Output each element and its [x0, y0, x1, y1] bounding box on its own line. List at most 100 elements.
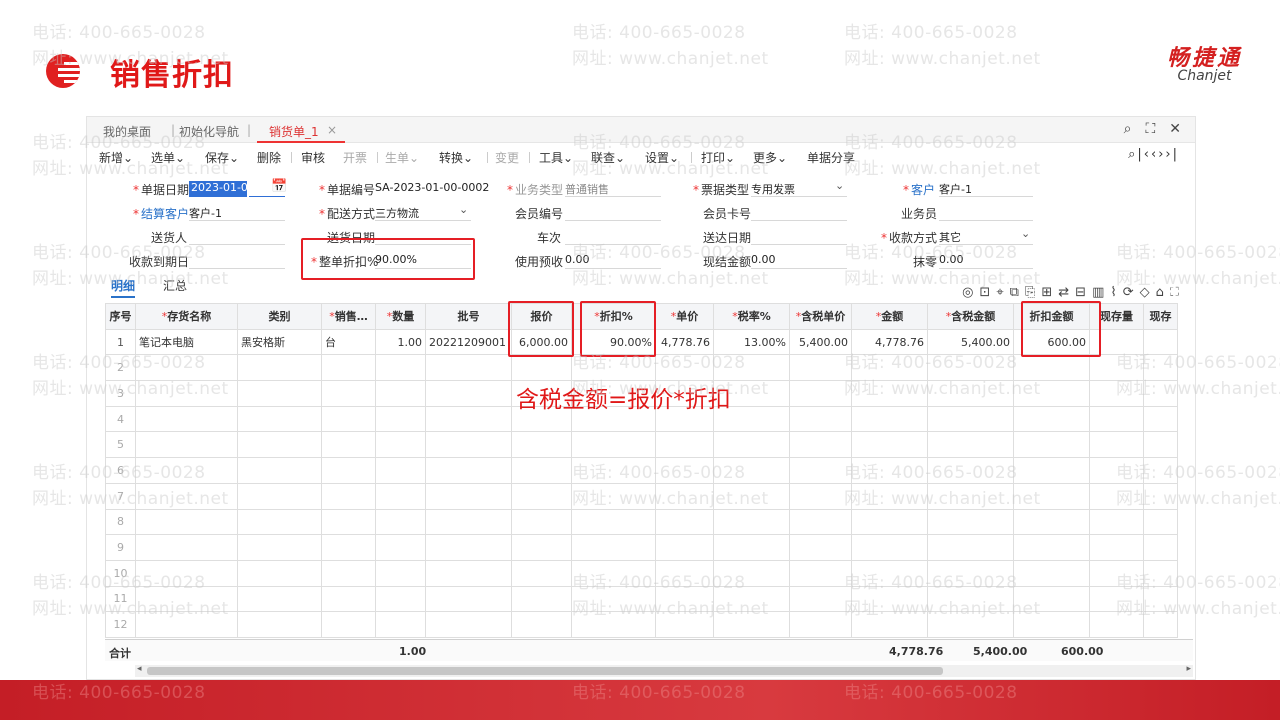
table-cell[interactable]: [1143, 585, 1178, 613]
delete-button[interactable]: 删除: [257, 149, 281, 166]
table-row[interactable]: 10: [105, 559, 1178, 587]
table-cell[interactable]: [375, 534, 426, 561]
invoice-button[interactable]: 开票: [343, 149, 367, 166]
table-cell[interactable]: [135, 611, 238, 638]
table-cell[interactable]: [135, 380, 238, 407]
table-cell[interactable]: [655, 534, 714, 561]
table-cell[interactable]: [851, 482, 928, 510]
table-cell[interactable]: 6,000.00: [511, 328, 572, 356]
table-cell[interactable]: [713, 457, 790, 484]
customer-label[interactable]: * 客户: [903, 181, 935, 198]
table-cell[interactable]: 5,400.00: [927, 328, 1014, 356]
table-cell[interactable]: [321, 405, 376, 433]
table-cell[interactable]: [789, 405, 852, 433]
table-cell[interactable]: [237, 585, 322, 613]
table-cell[interactable]: [851, 559, 928, 587]
table-cell[interactable]: [511, 508, 572, 536]
table-cell[interactable]: [321, 431, 376, 459]
table-cell[interactable]: 1: [105, 328, 136, 356]
table-cell[interactable]: [571, 457, 656, 484]
close-icon[interactable]: ✕: [1169, 121, 1181, 137]
table-cell[interactable]: [425, 559, 512, 587]
table-cell[interactable]: [655, 457, 714, 484]
scroll-right-icon[interactable]: ▸: [1186, 664, 1191, 674]
table-row[interactable]: 9: [105, 534, 1178, 561]
column-header[interactable]: 折扣金额: [1013, 303, 1090, 330]
column-header[interactable]: *数量: [375, 303, 426, 330]
table-row[interactable]: 8: [105, 508, 1178, 536]
table-row[interactable]: 2: [105, 354, 1178, 382]
delivery-date-field[interactable]: [375, 229, 471, 245]
column-header[interactable]: 现存: [1143, 303, 1178, 330]
refresh-icon[interactable]: ⟳: [1123, 285, 1140, 300]
table-cell[interactable]: [237, 482, 322, 510]
table-cell[interactable]: [789, 508, 852, 536]
table-cell[interactable]: 10: [105, 559, 136, 587]
print-button[interactable]: 打印⌄: [701, 149, 735, 166]
table-cell[interactable]: [375, 380, 426, 407]
table-cell[interactable]: [135, 405, 238, 433]
table-cell[interactable]: [571, 482, 656, 510]
table-cell[interactable]: [713, 482, 790, 510]
convert-button[interactable]: 转换⌄: [439, 149, 473, 166]
table-cell[interactable]: [851, 431, 928, 459]
table-cell[interactable]: [927, 559, 1014, 587]
table-cell[interactable]: 9: [105, 534, 136, 561]
table-cell[interactable]: [655, 559, 714, 587]
table-cell[interactable]: [135, 482, 238, 510]
table-cell[interactable]: 90.00%: [571, 328, 656, 356]
table-cell[interactable]: [571, 611, 656, 638]
table-cell[interactable]: [1089, 457, 1144, 484]
table-cell[interactable]: [511, 611, 572, 638]
member-card-field[interactable]: [751, 205, 847, 221]
table-cell[interactable]: 2: [105, 354, 136, 382]
table-cell[interactable]: [237, 380, 322, 407]
table-row[interactable]: 6: [105, 457, 1178, 484]
fullscreen-icon[interactable]: ⛶: [1170, 285, 1185, 300]
tab-my-desktop[interactable]: 我的桌面: [103, 123, 151, 140]
table-cell[interactable]: [789, 611, 852, 638]
table-cell[interactable]: [1013, 431, 1090, 459]
table-cell[interactable]: 4: [105, 405, 136, 433]
table-cell[interactable]: [713, 559, 790, 587]
vehicle-field[interactable]: [565, 229, 661, 245]
pay-method-select[interactable]: 其它: [939, 229, 1033, 245]
table-cell[interactable]: [851, 457, 928, 484]
table-cell[interactable]: [1089, 585, 1144, 613]
tools-button[interactable]: 工具⌄: [539, 149, 573, 166]
table-cell[interactable]: [425, 405, 512, 433]
table-cell[interactable]: [1143, 508, 1178, 536]
search-doc-icon[interactable]: ⌕: [1128, 147, 1137, 162]
table-cell[interactable]: [1089, 380, 1144, 407]
table-cell[interactable]: [571, 585, 656, 613]
delivery-method-select[interactable]: 三方物流: [375, 205, 471, 221]
table-cell[interactable]: [655, 431, 714, 459]
audit-button[interactable]: 审核: [301, 149, 325, 166]
table-cell[interactable]: 5,400.00: [789, 328, 852, 356]
table-cell[interactable]: [1013, 380, 1090, 407]
locate-icon[interactable]: ◎: [962, 285, 979, 300]
column-header[interactable]: *税率%: [713, 303, 790, 330]
batch-icon[interactable]: ⇄: [1058, 285, 1075, 300]
table-cell[interactable]: [1143, 431, 1178, 459]
chevron-down-icon[interactable]: ⌄: [459, 203, 468, 216]
table-cell[interactable]: [375, 508, 426, 536]
table-cell[interactable]: [1089, 354, 1144, 382]
salesman-field[interactable]: [939, 205, 1033, 221]
table-cell[interactable]: [1089, 482, 1144, 510]
table-cell[interactable]: [321, 611, 376, 638]
table-cell[interactable]: [511, 585, 572, 613]
more-button[interactable]: 更多⌄: [753, 149, 787, 166]
table-cell[interactable]: [1013, 508, 1090, 536]
column-header[interactable]: 序号: [105, 303, 136, 330]
table-cell[interactable]: [237, 457, 322, 484]
prepay-field[interactable]: 0.00: [565, 253, 661, 269]
column-header[interactable]: 批号: [425, 303, 512, 330]
table-cell[interactable]: [511, 482, 572, 510]
table-cell[interactable]: [375, 611, 426, 638]
table-cell[interactable]: [1089, 405, 1144, 433]
table-cell[interactable]: [425, 431, 512, 459]
table-cell[interactable]: [425, 534, 512, 561]
table-cell[interactable]: [375, 585, 426, 613]
table-cell[interactable]: [851, 354, 928, 382]
